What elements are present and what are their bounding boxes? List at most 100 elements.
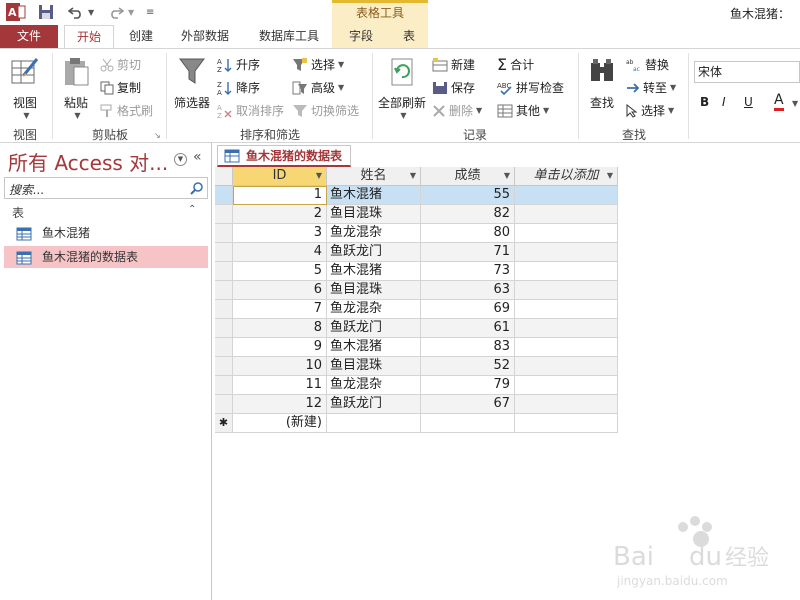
customize-qat-icon[interactable]: ≡	[146, 3, 154, 21]
filter-button[interactable]: 筛选器	[170, 55, 214, 111]
row-selector[interactable]	[215, 243, 233, 262]
new-record-label[interactable]: (新建)	[233, 414, 327, 433]
nav-pane-title[interactable]: 所有 Access 对...	[8, 147, 168, 176]
column-header-name[interactable]: 姓名 ▼	[327, 167, 421, 186]
row-selector[interactable]	[215, 262, 233, 281]
cell-id[interactable]: 8	[233, 319, 327, 338]
cell-score[interactable]: 55	[421, 186, 515, 205]
column-filter-dropdown-icon[interactable]: ▼	[410, 167, 416, 185]
paste-button[interactable]: 粘贴 ▼	[58, 55, 94, 120]
new-record-cell[interactable]	[515, 414, 618, 433]
cell-id[interactable]: 10	[233, 357, 327, 376]
view-button[interactable]: 视图 ▼	[4, 55, 46, 120]
cell-name[interactable]: 鱼龙混杂	[327, 300, 421, 319]
cell-name[interactable]: 鱼龙混杂	[327, 224, 421, 243]
cell-score[interactable]: 83	[421, 338, 515, 357]
column-filter-dropdown-icon[interactable]: ▼	[607, 167, 613, 185]
column-header-score[interactable]: 成绩 ▼	[421, 167, 515, 186]
tab-database-tools[interactable]: 数据库工具	[250, 25, 328, 48]
cell-add[interactable]	[515, 281, 618, 300]
select-all-corner[interactable]	[215, 167, 233, 186]
cell-id[interactable]: 7	[233, 300, 327, 319]
undo-dropdown-icon[interactable]: ▼	[88, 3, 94, 21]
cell-add[interactable]	[515, 205, 618, 224]
redo-dropdown-icon[interactable]: ▼	[128, 3, 134, 21]
underline-button[interactable]: U	[744, 95, 753, 109]
search-icon[interactable]	[190, 181, 204, 198]
cell-name[interactable]: 鱼跃龙门	[327, 243, 421, 262]
row-selector[interactable]	[215, 338, 233, 357]
undo-icon[interactable]	[68, 3, 84, 21]
font-color-button[interactable]: A	[774, 93, 784, 111]
nav-menu-dropdown-icon[interactable]: ▼	[174, 153, 187, 166]
cell-id[interactable]: 1	[233, 186, 327, 205]
cell-score[interactable]: 52	[421, 357, 515, 376]
collapse-pane-icon[interactable]: «	[193, 149, 202, 165]
nav-section-tables[interactable]: 表	[12, 204, 24, 221]
advanced-filter-button[interactable]: 高级 ▼	[292, 78, 344, 98]
cell-name[interactable]: 鱼龙混杂	[327, 376, 421, 395]
row-selector[interactable]	[215, 205, 233, 224]
nav-item-table[interactable]: 鱼木混猪	[4, 222, 208, 244]
cell-score[interactable]: 63	[421, 281, 515, 300]
cell-score[interactable]: 69	[421, 300, 515, 319]
save-icon[interactable]	[38, 3, 54, 21]
cut-button[interactable]: 剪切	[100, 55, 141, 75]
goto-button[interactable]: 转至 ▼	[626, 78, 676, 98]
refresh-all-button[interactable]: 全部刷新 ▼	[376, 55, 428, 120]
row-selector[interactable]	[215, 186, 233, 205]
cell-add[interactable]	[515, 224, 618, 243]
column-filter-dropdown-icon[interactable]: ▼	[316, 167, 322, 185]
font-name-select[interactable]: 宋体	[694, 61, 800, 83]
row-selector[interactable]	[215, 281, 233, 300]
tab-create[interactable]: 创建	[120, 25, 162, 48]
access-app-icon[interactable]: A	[6, 3, 26, 21]
cell-name[interactable]: 鱼目混珠	[327, 205, 421, 224]
save-record-button[interactable]: 保存	[432, 78, 475, 98]
cell-id[interactable]: 11	[233, 376, 327, 395]
cell-id[interactable]: 3	[233, 224, 327, 243]
cell-score[interactable]: 67	[421, 395, 515, 414]
new-record-cell[interactable]	[327, 414, 421, 433]
cell-name[interactable]: 鱼目混珠	[327, 281, 421, 300]
redo-icon[interactable]	[108, 3, 124, 21]
cell-add[interactable]	[515, 186, 618, 205]
tab-table[interactable]: 表	[392, 25, 426, 48]
cell-id[interactable]: 2	[233, 205, 327, 224]
remove-sort-button[interactable]: AZ 取消排序	[217, 101, 284, 121]
more-button[interactable]: 其他 ▼	[497, 101, 549, 121]
tab-file[interactable]: 文件	[0, 25, 58, 48]
cell-id[interactable]: 4	[233, 243, 327, 262]
cell-score[interactable]: 80	[421, 224, 515, 243]
cell-score[interactable]: 82	[421, 205, 515, 224]
find-button[interactable]: 查找	[584, 55, 620, 111]
spelling-button[interactable]: ABC 拼写检查	[497, 78, 564, 98]
nav-search-input[interactable]: 搜索...	[4, 177, 208, 199]
copy-button[interactable]: 复制	[100, 78, 141, 98]
bold-button[interactable]: B	[700, 95, 709, 109]
selection-filter-button[interactable]: 选择 ▼	[292, 55, 344, 75]
cell-name[interactable]: 鱼目混珠	[327, 357, 421, 376]
cell-name[interactable]: 鱼跃龙门	[327, 395, 421, 414]
user-name[interactable]: 鱼木混猪：	[730, 5, 790, 22]
totals-button[interactable]: Σ 合计	[497, 55, 534, 75]
cell-add[interactable]	[515, 319, 618, 338]
select-button[interactable]: 选择 ▼	[626, 101, 674, 121]
cell-add[interactable]	[515, 357, 618, 376]
column-header-id[interactable]: ID ▼	[233, 167, 327, 186]
cell-add[interactable]	[515, 338, 618, 357]
delete-record-button[interactable]: 删除 ▼	[432, 101, 482, 121]
cell-add[interactable]	[515, 262, 618, 281]
cell-id[interactable]: 6	[233, 281, 327, 300]
nav-item-table-selected[interactable]: 鱼木混猪的数据表	[4, 246, 208, 268]
cell-score[interactable]: 79	[421, 376, 515, 395]
cell-id[interactable]: 9	[233, 338, 327, 357]
row-selector[interactable]	[215, 395, 233, 414]
sort-descending-button[interactable]: ZA 降序	[217, 78, 260, 98]
cell-add[interactable]	[515, 243, 618, 262]
new-record-cell[interactable]	[421, 414, 515, 433]
row-selector[interactable]	[215, 357, 233, 376]
cell-name[interactable]: 鱼跃龙门	[327, 319, 421, 338]
row-selector[interactable]	[215, 224, 233, 243]
column-header-click-to-add[interactable]: 单击以添加 ▼	[515, 167, 618, 186]
